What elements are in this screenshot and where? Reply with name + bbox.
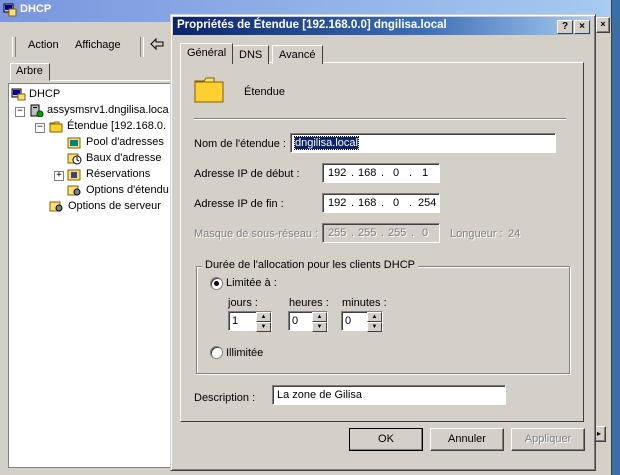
mask-octet-1: 255 bbox=[328, 227, 347, 239]
bg-close-icon[interactable]: × bbox=[596, 17, 610, 33]
tree-node-server[interactable]: assysmsrv1.dngilisa.loca bbox=[47, 104, 169, 116]
description-input[interactable]: La zone de Gilisa bbox=[272, 385, 506, 405]
dhcp-console-title: DHCP bbox=[20, 3, 52, 15]
minutes-label: minutes : bbox=[342, 297, 387, 309]
length-label: Longueur : bbox=[450, 228, 503, 240]
tree-node-scope-options[interactable]: Options d'étendu bbox=[86, 184, 169, 196]
minutes-value: 0 bbox=[345, 315, 352, 327]
reservations-icon bbox=[67, 169, 81, 181]
start-ip-octet-4: 1 bbox=[422, 167, 429, 179]
expand-reservations-icon[interactable]: + bbox=[54, 171, 64, 181]
mask-octet-2: 255 bbox=[358, 227, 377, 239]
description-label: Description : bbox=[194, 392, 256, 404]
tab-general[interactable]: Général bbox=[180, 43, 234, 64]
mask-octet-4: 0 bbox=[422, 227, 429, 239]
cancel-button[interactable]: Annuler bbox=[430, 428, 504, 451]
separator bbox=[194, 118, 566, 120]
lease-group-label: Durée de l'allocation pour les clients D… bbox=[202, 259, 418, 271]
tree-node-scope[interactable]: Étendue [192.168.0. bbox=[67, 120, 166, 132]
hours-label: heures : bbox=[289, 297, 329, 309]
tab-general-label: Général bbox=[187, 47, 227, 59]
unlimited-radio[interactable] bbox=[210, 346, 223, 359]
start-ip-octet-3: 0 bbox=[393, 167, 400, 179]
open-folder-icon bbox=[49, 121, 63, 133]
end-ip-octet-2: 168 bbox=[358, 197, 377, 209]
start-ip-octet-2: 168 bbox=[358, 167, 377, 179]
toolbar-separator bbox=[140, 37, 144, 57]
scope-options-icon bbox=[67, 185, 81, 196]
scope-name-value: dngilisa.local bbox=[294, 136, 359, 150]
server-icon bbox=[30, 104, 44, 117]
limited-radio[interactable] bbox=[210, 277, 223, 290]
menu-action[interactable]: Action bbox=[28, 39, 59, 51]
limited-label: Limitée à : bbox=[226, 277, 277, 289]
collapse-scope-icon[interactable]: − bbox=[35, 123, 45, 133]
apply-button[interactable]: Appliquer bbox=[511, 428, 585, 451]
minutes-spinner[interactable]: 0 ▲ ▼ bbox=[341, 311, 383, 332]
close-button[interactable]: × bbox=[574, 20, 590, 34]
ok-button[interactable]: OK bbox=[349, 428, 423, 451]
mask-octet-3: 255 bbox=[388, 227, 407, 239]
tree-pane[interactable]: DHCP − assysmsrv1.dngilisa.loca − Étendu… bbox=[8, 83, 176, 468]
scope-name-label: Nom de l'étendue : bbox=[194, 138, 286, 150]
server-options-icon bbox=[49, 201, 63, 212]
end-ip-octet-4: 254 bbox=[418, 197, 437, 209]
tab-advanced[interactable]: Avancé bbox=[272, 45, 323, 64]
end-ip-label: Adresse IP de fin : bbox=[194, 198, 284, 210]
end-ip-input[interactable]: 192 . 168 . 0 . 254 bbox=[322, 193, 440, 213]
days-value: 1 bbox=[232, 315, 239, 327]
tree-tab-label: Arbre bbox=[16, 65, 43, 77]
scope-header-label: Étendue bbox=[244, 86, 285, 98]
tree-tab[interactable]: Arbre bbox=[10, 63, 50, 81]
back-arrow-icon[interactable] bbox=[150, 38, 164, 50]
end-ip-octet-3: 0 bbox=[393, 197, 400, 209]
tab-dns-label: DNS bbox=[239, 49, 263, 61]
tree-node-dhcp[interactable]: DHCP bbox=[29, 88, 60, 100]
dialog-titlebar[interactable]: Propriétés de Étendue [192.168.0.0] dngi… bbox=[173, 17, 591, 35]
menu-view[interactable]: Affichage bbox=[75, 39, 121, 51]
tree-node-pool[interactable]: Pool d'adresses bbox=[86, 136, 164, 148]
tab-dns[interactable]: DNS bbox=[232, 45, 270, 64]
tree-node-server-options[interactable]: Options de serveur bbox=[68, 200, 161, 212]
collapse-server-icon[interactable]: − bbox=[15, 107, 25, 117]
hours-spin-buttons[interactable]: ▲ ▼ bbox=[312, 312, 327, 332]
days-spinner[interactable]: 1 ▲ ▼ bbox=[228, 311, 272, 332]
start-ip-label: Adresse IP de début : bbox=[194, 168, 300, 180]
start-ip-octet-1: 192 bbox=[328, 167, 347, 179]
start-ip-input[interactable]: 192 . 168 . 0 . 1 bbox=[322, 163, 440, 183]
hours-spinner[interactable]: 0 ▲ ▼ bbox=[288, 311, 328, 332]
dialog-title: Propriétés de Étendue [192.168.0.0] dngi… bbox=[177, 19, 447, 31]
days-spin-buttons[interactable]: ▲ ▼ bbox=[256, 312, 271, 332]
days-label: jours : bbox=[228, 297, 258, 309]
toolbar-grip bbox=[12, 37, 16, 57]
unlimited-label: Illimitée bbox=[226, 347, 264, 359]
radio-selected-dot bbox=[214, 281, 219, 286]
help-button[interactable]: ? bbox=[557, 20, 573, 34]
description-value: La zone de Gilisa bbox=[277, 389, 362, 401]
leases-icon bbox=[67, 153, 82, 165]
scope-name-input[interactable]: dngilisa.local bbox=[290, 133, 556, 153]
address-pool-icon bbox=[67, 137, 81, 149]
tree-node-reservations[interactable]: Réservations bbox=[86, 168, 150, 180]
length-value: 24 bbox=[508, 228, 521, 240]
scope-folder-icon bbox=[194, 77, 224, 103]
tab-advanced-label: Avancé bbox=[279, 49, 316, 61]
minutes-spin-buttons[interactable]: ▲ ▼ bbox=[367, 312, 382, 332]
subnet-mask-input[interactable]: 255 . 255 . 255 . 0 bbox=[322, 223, 440, 243]
dhcp-app-icon bbox=[3, 3, 17, 17]
end-ip-octet-1: 192 bbox=[328, 197, 347, 209]
tree-node-leases[interactable]: Baux d'adresse bbox=[86, 152, 161, 164]
mask-label: Masque de sous-réseau : bbox=[194, 228, 319, 240]
dhcp-root-icon bbox=[11, 88, 26, 101]
tab-line bbox=[50, 80, 174, 81]
hours-value: 0 bbox=[292, 315, 299, 327]
